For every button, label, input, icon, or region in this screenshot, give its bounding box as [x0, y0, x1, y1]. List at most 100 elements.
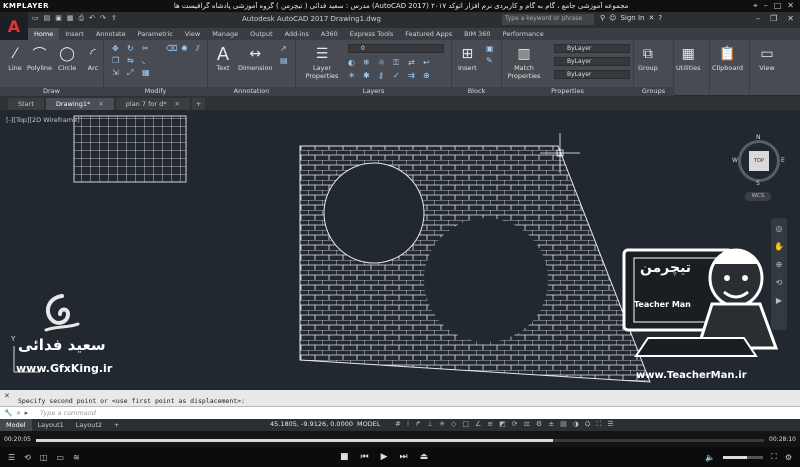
save-icon[interactable]: ▣	[55, 14, 62, 23]
modify-panel-label[interactable]: Modify	[104, 87, 207, 96]
sign-in-link[interactable]: Sign In	[620, 14, 644, 22]
annotation-scale-icon[interactable]: ⚖	[524, 420, 530, 429]
ribbon-tab-home[interactable]: Home	[28, 28, 60, 40]
help-search-input[interactable]: Type a keyword or phrase	[502, 14, 594, 25]
eject-icon[interactable]: ⏏	[420, 452, 429, 462]
3d-icon[interactable]: ◫	[40, 453, 48, 462]
viewcube-top-face[interactable]: TOP	[749, 151, 769, 171]
transparency-icon[interactable]: ◩	[499, 420, 506, 429]
viewcube-north[interactable]: N	[756, 134, 761, 141]
view-tool[interactable]: ▭ View	[758, 44, 776, 72]
layer-match-icon[interactable]: ⇄	[408, 58, 420, 68]
table-icon[interactable]: ▤	[280, 56, 292, 65]
create-block-icon[interactable]: ▣	[486, 44, 498, 53]
open-icon[interactable]: ▤	[44, 14, 51, 23]
copy-icon[interactable]: ❐	[112, 56, 124, 65]
exchange-icon[interactable]: ✕	[648, 14, 654, 22]
file-tab-start[interactable]: Start	[8, 98, 44, 110]
lineweight-dropdown[interactable]: ByLayer	[554, 70, 630, 79]
layer-isolate-icon[interactable]: ◐	[348, 58, 360, 68]
group-tool[interactable]: ⧉ Group	[638, 44, 658, 72]
rotate-icon[interactable]: ↻	[127, 44, 139, 53]
user-icon[interactable]: ☺	[609, 14, 616, 22]
next-icon[interactable]: ⏭	[400, 452, 408, 462]
wcs-menu[interactable]: WCS	[745, 192, 771, 201]
stop-icon[interactable]: ■	[340, 452, 349, 462]
share-icon[interactable]: ⇪	[111, 14, 117, 23]
snap-icon[interactable]: ⁞	[407, 420, 409, 429]
repeat-icon[interactable]: ⟲	[24, 453, 31, 462]
layer-dropdown[interactable]: 0	[348, 44, 444, 53]
new-tab-button[interactable]: +	[191, 98, 206, 110]
layer-merge-icon[interactable]: ⊕	[423, 71, 435, 80]
scale-icon[interactable]: ⤢	[127, 68, 139, 78]
close-tab-icon[interactable]: ✕	[98, 100, 103, 108]
mirror-icon[interactable]: ⇋	[127, 56, 139, 65]
line-tool[interactable]: ⁄ Line	[6, 44, 24, 72]
settings-icon[interactable]: ⚙	[785, 453, 792, 462]
minimize-icon[interactable]: –	[764, 1, 768, 11]
fullscreen-icon[interactable]: ⛶	[771, 452, 777, 462]
equalizer-icon[interactable]: ≋	[73, 453, 80, 462]
new-icon[interactable]: ▭	[32, 14, 39, 23]
arc-tool[interactable]: ◜ Arc	[84, 44, 102, 72]
erase-icon[interactable]: ⌫	[166, 44, 178, 54]
trim-icon[interactable]: ✂	[142, 44, 154, 53]
explode-icon[interactable]: ✺	[181, 44, 193, 54]
layer-off-icon[interactable]: ☼	[378, 58, 390, 68]
osnap-icon[interactable]: □	[462, 420, 469, 429]
properties-panel-label[interactable]: Properties	[502, 87, 633, 96]
polar-icon[interactable]: ✳	[439, 420, 445, 429]
match-properties-tool[interactable]: ▥ Match Properties	[506, 44, 542, 80]
playlist-icon[interactable]: ☰	[8, 453, 15, 462]
layer-lock-icon[interactable]: ⚿	[393, 58, 405, 68]
binoculars-icon[interactable]: ⚲	[600, 14, 605, 22]
close-tab-icon[interactable]: ✕	[174, 100, 179, 108]
layer-prev-icon[interactable]: ↩	[423, 58, 435, 68]
infer-icon[interactable]: ↱	[415, 420, 421, 429]
lineweight-icon[interactable]: ≡	[487, 420, 493, 429]
layer-unlock-icon[interactable]: ⚷	[378, 71, 390, 80]
pin-icon[interactable]: ⌖	[753, 1, 758, 11]
ribbon-tab-view[interactable]: View	[179, 28, 206, 40]
file-tab-plan7[interactable]: plan 7 for d* ✕	[115, 98, 190, 110]
volume-slider[interactable]	[723, 455, 764, 459]
help-icon[interactable]: ?	[658, 14, 662, 22]
color-dropdown[interactable]: ByLayer	[554, 44, 630, 53]
viewcube-east[interactable]: E	[781, 157, 785, 164]
ribbon-tab-express-tools[interactable]: Express Tools	[344, 28, 399, 40]
layers-panel-label[interactable]: Layers	[296, 87, 451, 96]
player-logo[interactable]: KMPLAYER	[0, 2, 49, 10]
command-input[interactable]: Type a command	[40, 409, 96, 417]
file-tab-drawing1[interactable]: Drawing1* ✕	[45, 98, 114, 110]
application-menu-button[interactable]: A	[0, 12, 28, 40]
layer-on-icon[interactable]: ☀	[348, 71, 360, 80]
grid-icon[interactable]: #	[395, 420, 401, 429]
close-command-icon[interactable]: ✕	[4, 392, 10, 400]
ribbon-tab-insert[interactable]: Insert	[59, 28, 90, 40]
viewcube-west[interactable]: W	[732, 157, 738, 164]
insert-tool[interactable]: ⊞ Insert	[458, 44, 477, 72]
layer-current-icon[interactable]: ✓	[393, 71, 405, 80]
layer-freeze-icon[interactable]: ❄	[363, 58, 375, 68]
undo-icon[interactable]: ↶	[89, 14, 95, 23]
layer-thaw-icon[interactable]: ✱	[363, 71, 375, 80]
wrench-icon[interactable]: 🔧	[4, 409, 13, 418]
ribbon-tab-output[interactable]: Output	[244, 28, 279, 40]
layout-tab-model[interactable]: Model	[0, 419, 32, 431]
acad-close-icon[interactable]: ✕	[787, 14, 794, 23]
acad-minimize-icon[interactable]: –	[756, 14, 760, 23]
add-layout-button[interactable]: +	[108, 419, 125, 431]
brick-hatch[interactable]	[300, 146, 660, 386]
isolate-icon[interactable]: ◑	[573, 420, 579, 429]
play-icon[interactable]: ▶	[381, 452, 388, 462]
subtitle-icon[interactable]: ▭	[56, 453, 64, 462]
maximize-icon[interactable]: □	[774, 1, 782, 11]
draw-panel-label[interactable]: Draw	[0, 87, 103, 96]
hardware-accel-icon[interactable]: ⛭	[585, 420, 591, 429]
ortho-icon[interactable]: ⊥	[427, 420, 433, 429]
ribbon-tab-add-ins[interactable]: Add-ins	[279, 28, 315, 40]
coordinate-readout[interactable]: 45.1805, -9.9126, 0.0000	[270, 420, 353, 428]
layer-properties-tool[interactable]: ☰ Layer Properties	[302, 44, 342, 80]
selection-cycle-icon[interactable]: ⟳	[512, 420, 518, 429]
